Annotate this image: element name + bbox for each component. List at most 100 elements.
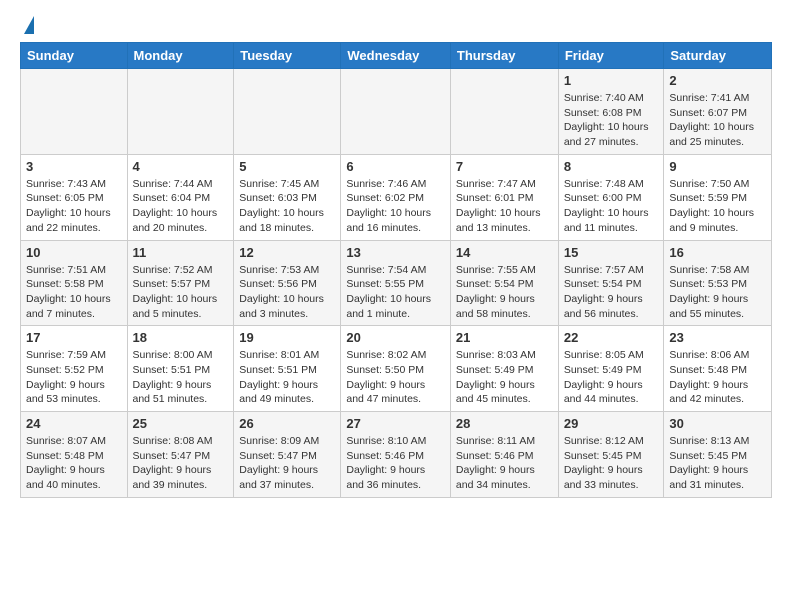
calendar-cell: 13 Sunrise: 7:54 AM Sunset: 5:55 PM Dayli… bbox=[341, 240, 451, 326]
day-info: Sunrise: 7:46 AM Sunset: 6:02 PM Dayligh… bbox=[346, 177, 445, 236]
day-number: 23 bbox=[669, 330, 766, 345]
calendar-cell: 27 Sunrise: 8:10 AM Sunset: 5:46 PM Dayli… bbox=[341, 412, 451, 498]
day-info: Sunrise: 8:09 AM Sunset: 5:47 PM Dayligh… bbox=[239, 434, 335, 493]
day-info: Sunrise: 7:41 AM Sunset: 6:07 PM Dayligh… bbox=[669, 91, 766, 150]
day-number: 8 bbox=[564, 159, 659, 174]
logo-triangle-icon bbox=[24, 16, 34, 34]
day-info: Sunrise: 8:00 AM Sunset: 5:51 PM Dayligh… bbox=[133, 348, 229, 407]
calendar-cell: 17 Sunrise: 7:59 AM Sunset: 5:52 PM Dayli… bbox=[21, 326, 128, 412]
day-number: 14 bbox=[456, 245, 553, 260]
calendar-table: SundayMondayTuesdayWednesdayThursdayFrid… bbox=[20, 42, 772, 498]
calendar-cell: 9 Sunrise: 7:50 AM Sunset: 5:59 PM Daylig… bbox=[664, 154, 772, 240]
day-number: 18 bbox=[133, 330, 229, 345]
calendar-cell bbox=[450, 69, 558, 155]
calendar-cell: 30 Sunrise: 8:13 AM Sunset: 5:45 PM Dayli… bbox=[664, 412, 772, 498]
calendar-cell: 29 Sunrise: 8:12 AM Sunset: 5:45 PM Dayli… bbox=[558, 412, 664, 498]
weekday-header-saturday: Saturday bbox=[664, 43, 772, 69]
header-area bbox=[20, 16, 772, 34]
calendar-cell bbox=[127, 69, 234, 155]
day-number: 5 bbox=[239, 159, 335, 174]
logo-text bbox=[20, 16, 34, 34]
day-number: 22 bbox=[564, 330, 659, 345]
weekday-header-sunday: Sunday bbox=[21, 43, 128, 69]
calendar-cell: 14 Sunrise: 7:55 AM Sunset: 5:54 PM Dayli… bbox=[450, 240, 558, 326]
day-number: 28 bbox=[456, 416, 553, 431]
day-number: 10 bbox=[26, 245, 122, 260]
day-info: Sunrise: 8:10 AM Sunset: 5:46 PM Dayligh… bbox=[346, 434, 445, 493]
day-number: 27 bbox=[346, 416, 445, 431]
calendar-cell: 22 Sunrise: 8:05 AM Sunset: 5:49 PM Dayli… bbox=[558, 326, 664, 412]
week-row-5: 24 Sunrise: 8:07 AM Sunset: 5:48 PM Dayli… bbox=[21, 412, 772, 498]
calendar-cell: 3 Sunrise: 7:43 AM Sunset: 6:05 PM Daylig… bbox=[21, 154, 128, 240]
day-number: 11 bbox=[133, 245, 229, 260]
day-info: Sunrise: 8:02 AM Sunset: 5:50 PM Dayligh… bbox=[346, 348, 445, 407]
day-number: 2 bbox=[669, 73, 766, 88]
day-info: Sunrise: 7:45 AM Sunset: 6:03 PM Dayligh… bbox=[239, 177, 335, 236]
calendar-cell bbox=[341, 69, 451, 155]
calendar-cell: 26Sunrise: 8:09 AM Sunset: 5:47 PM Dayli… bbox=[234, 412, 341, 498]
calendar-cell: 5 Sunrise: 7:45 AM Sunset: 6:03 PM Daylig… bbox=[234, 154, 341, 240]
day-number: 19 bbox=[239, 330, 335, 345]
calendar-cell: 23 Sunrise: 8:06 AM Sunset: 5:48 PM Dayli… bbox=[664, 326, 772, 412]
day-number: 16 bbox=[669, 245, 766, 260]
day-info: Sunrise: 7:47 AM Sunset: 6:01 PM Dayligh… bbox=[456, 177, 553, 236]
calendar-cell: 19Sunrise: 8:01 AM Sunset: 5:51 PM Dayli… bbox=[234, 326, 341, 412]
page: SundayMondayTuesdayWednesdayThursdayFrid… bbox=[0, 0, 792, 514]
calendar-cell: 24 Sunrise: 8:07 AM Sunset: 5:48 PM Dayli… bbox=[21, 412, 128, 498]
calendar-cell bbox=[21, 69, 128, 155]
calendar-cell: 10 Sunrise: 7:51 AM Sunset: 5:58 PM Dayli… bbox=[21, 240, 128, 326]
weekday-header-friday: Friday bbox=[558, 43, 664, 69]
calendar-cell: 16 Sunrise: 7:58 AM Sunset: 5:53 PM Dayli… bbox=[664, 240, 772, 326]
day-info: Sunrise: 8:07 AM Sunset: 5:48 PM Dayligh… bbox=[26, 434, 122, 493]
day-number: 13 bbox=[346, 245, 445, 260]
day-info: Sunrise: 8:11 AM Sunset: 5:46 PM Dayligh… bbox=[456, 434, 553, 493]
day-number: 21 bbox=[456, 330, 553, 345]
day-info: Sunrise: 8:13 AM Sunset: 5:45 PM Dayligh… bbox=[669, 434, 766, 493]
day-number: 24 bbox=[26, 416, 122, 431]
day-info: Sunrise: 8:06 AM Sunset: 5:48 PM Dayligh… bbox=[669, 348, 766, 407]
day-info: Sunrise: 7:52 AM Sunset: 5:57 PM Dayligh… bbox=[133, 263, 229, 322]
calendar-cell: 1Sunrise: 7:40 AM Sunset: 6:08 PM Daylig… bbox=[558, 69, 664, 155]
day-number: 9 bbox=[669, 159, 766, 174]
weekday-header-wednesday: Wednesday bbox=[341, 43, 451, 69]
day-number: 17 bbox=[26, 330, 122, 345]
day-info: Sunrise: 8:08 AM Sunset: 5:47 PM Dayligh… bbox=[133, 434, 229, 493]
day-number: 15 bbox=[564, 245, 659, 260]
day-info: Sunrise: 7:58 AM Sunset: 5:53 PM Dayligh… bbox=[669, 263, 766, 322]
day-info: Sunrise: 7:51 AM Sunset: 5:58 PM Dayligh… bbox=[26, 263, 122, 322]
day-number: 25 bbox=[133, 416, 229, 431]
day-info: Sunrise: 7:44 AM Sunset: 6:04 PM Dayligh… bbox=[133, 177, 229, 236]
day-info: Sunrise: 7:57 AM Sunset: 5:54 PM Dayligh… bbox=[564, 263, 659, 322]
calendar-cell: 11 Sunrise: 7:52 AM Sunset: 5:57 PM Dayli… bbox=[127, 240, 234, 326]
calendar-cell: 28 Sunrise: 8:11 AM Sunset: 5:46 PM Dayli… bbox=[450, 412, 558, 498]
calendar-cell: 12Sunrise: 7:53 AM Sunset: 5:56 PM Dayli… bbox=[234, 240, 341, 326]
week-row-2: 3 Sunrise: 7:43 AM Sunset: 6:05 PM Daylig… bbox=[21, 154, 772, 240]
weekday-header-monday: Monday bbox=[127, 43, 234, 69]
day-info: Sunrise: 8:12 AM Sunset: 5:45 PM Dayligh… bbox=[564, 434, 659, 493]
day-info: Sunrise: 7:43 AM Sunset: 6:05 PM Dayligh… bbox=[26, 177, 122, 236]
day-number: 30 bbox=[669, 416, 766, 431]
logo bbox=[20, 16, 34, 34]
calendar-cell: 8 Sunrise: 7:48 AM Sunset: 6:00 PM Daylig… bbox=[558, 154, 664, 240]
day-info: Sunrise: 7:40 AM Sunset: 6:08 PM Dayligh… bbox=[564, 91, 659, 150]
calendar-cell: 7 Sunrise: 7:47 AM Sunset: 6:01 PM Daylig… bbox=[450, 154, 558, 240]
day-info: Sunrise: 8:05 AM Sunset: 5:49 PM Dayligh… bbox=[564, 348, 659, 407]
weekday-header-tuesday: Tuesday bbox=[234, 43, 341, 69]
day-info: Sunrise: 7:54 AM Sunset: 5:55 PM Dayligh… bbox=[346, 263, 445, 322]
calendar-cell: 21Sunrise: 8:03 AM Sunset: 5:49 PM Dayli… bbox=[450, 326, 558, 412]
day-number: 3 bbox=[26, 159, 122, 174]
day-info: Sunrise: 7:59 AM Sunset: 5:52 PM Dayligh… bbox=[26, 348, 122, 407]
calendar-cell: 20Sunrise: 8:02 AM Sunset: 5:50 PM Dayli… bbox=[341, 326, 451, 412]
calendar-cell: 6Sunrise: 7:46 AM Sunset: 6:02 PM Daylig… bbox=[341, 154, 451, 240]
week-row-1: 1Sunrise: 7:40 AM Sunset: 6:08 PM Daylig… bbox=[21, 69, 772, 155]
day-number: 7 bbox=[456, 159, 553, 174]
calendar-cell: 25 Sunrise: 8:08 AM Sunset: 5:47 PM Dayli… bbox=[127, 412, 234, 498]
day-info: Sunrise: 7:55 AM Sunset: 5:54 PM Dayligh… bbox=[456, 263, 553, 322]
calendar-cell: 15 Sunrise: 7:57 AM Sunset: 5:54 PM Dayli… bbox=[558, 240, 664, 326]
day-info: Sunrise: 7:50 AM Sunset: 5:59 PM Dayligh… bbox=[669, 177, 766, 236]
day-number: 12 bbox=[239, 245, 335, 260]
day-number: 29 bbox=[564, 416, 659, 431]
day-number: 4 bbox=[133, 159, 229, 174]
week-row-3: 10 Sunrise: 7:51 AM Sunset: 5:58 PM Dayli… bbox=[21, 240, 772, 326]
day-info: Sunrise: 7:48 AM Sunset: 6:00 PM Dayligh… bbox=[564, 177, 659, 236]
